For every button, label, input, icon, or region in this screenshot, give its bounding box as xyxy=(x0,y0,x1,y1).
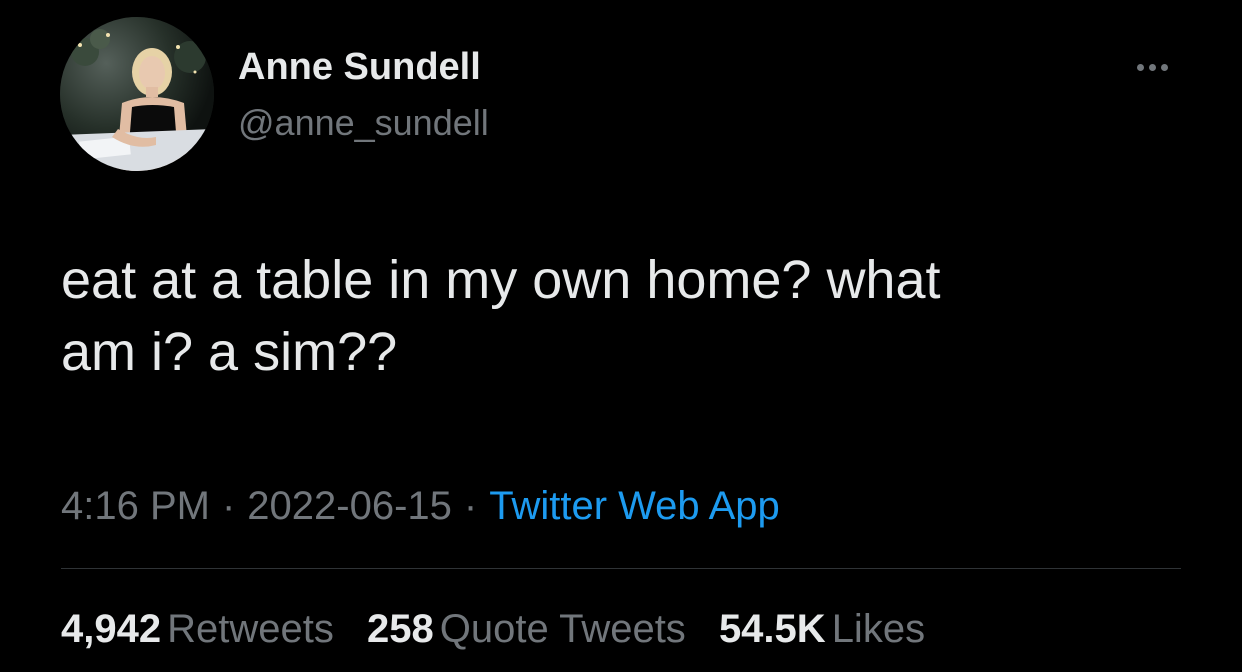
tweet-text: eat at a table in my own home? what am i… xyxy=(61,250,941,382)
tweet-stats: 4,942 Retweets 258 Quote Tweets 54.5K Likes xyxy=(61,605,947,653)
tweet-time[interactable]: 4:16 PM xyxy=(61,484,210,528)
author-name[interactable]: Anne Sundell xyxy=(238,44,481,90)
author-handle[interactable]: @anne_sundell xyxy=(238,101,489,145)
quote-tweets-label: Quote Tweets xyxy=(439,607,686,651)
retweets-stat[interactable]: 4,942 Retweets xyxy=(61,605,334,653)
retweets-count: 4,942 xyxy=(61,607,162,651)
meta-separator: · xyxy=(463,484,478,528)
meta-separator: · xyxy=(221,484,236,528)
tweet-date[interactable]: 2022-06-15 xyxy=(247,484,452,528)
tweet-source-link[interactable]: Twitter Web App xyxy=(489,484,780,528)
likes-stat[interactable]: 54.5K Likes xyxy=(719,605,925,653)
avatar[interactable] xyxy=(60,17,214,171)
more-options-icon[interactable] xyxy=(1124,52,1180,82)
tweet: Anne Sundell @anne_sundell eat at a tabl… xyxy=(0,0,1242,672)
likes-count: 54.5K xyxy=(718,607,826,651)
more-options-dot xyxy=(1160,63,1168,71)
retweets-label: Retweets xyxy=(167,607,334,651)
quote-tweets-stat[interactable]: 258 Quote Tweets xyxy=(367,605,686,653)
likes-label: Likes xyxy=(831,607,926,651)
quote-tweets-count: 258 xyxy=(366,607,434,651)
more-options-dot xyxy=(1148,63,1156,71)
more-options-dot xyxy=(1136,63,1144,71)
divider xyxy=(61,568,1181,569)
tweet-meta: 4:16 PM · 2022-06-15 · Twitter Web App xyxy=(61,482,780,530)
